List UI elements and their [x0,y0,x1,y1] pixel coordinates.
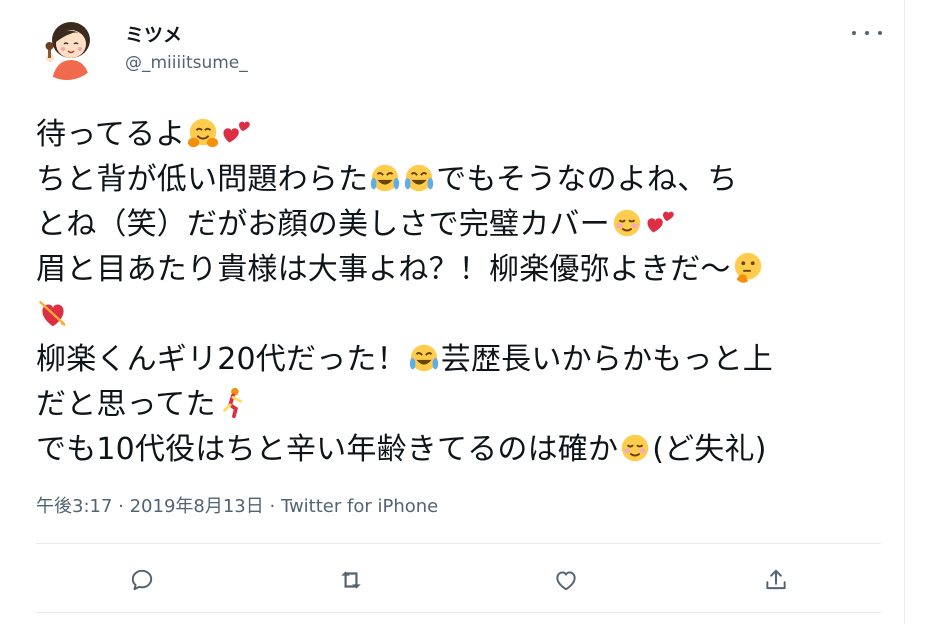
hugging-face-emoji-icon [187,118,218,148]
smiling-blush-emoji-icon [621,434,649,462]
tweet-line: 芸歴長いからかもっと上 [440,342,773,377]
tweet-line: とね（笑）だがお顔の美しさで完璧カバー [36,207,610,242]
share-button[interactable] [758,562,794,598]
two-hearts-emoji-icon [223,121,250,143]
tweet-line: (ど失礼) [652,432,767,467]
tweet-source[interactable]: Twitter for iPhone [281,496,438,517]
two-hearts-emoji-icon [647,211,674,233]
retweet-button[interactable] [333,562,369,598]
retweet-icon [341,571,361,589]
divider [36,612,881,613]
divider [36,543,881,544]
smiling-blush-emoji-icon [613,209,641,237]
more-dots-icon [852,31,856,35]
tears-of-joy-emoji-icon [409,344,438,372]
avatar[interactable] [34,14,100,80]
tweet-line: 待ってるよ [36,117,186,152]
tweet-line: 眉と目あたり貴様は大事よね？！柳楽優弥よきだ〜 [36,252,731,287]
display-name[interactable]: ミツメ [125,20,182,47]
tweet-line: 柳楽くんギリ20代だった！ [36,342,407,377]
tweet-time[interactable]: 午後3:17 [36,496,112,517]
more-dots-icon [865,31,869,35]
avatar-illustration [34,14,100,80]
tears-of-joy-emoji-icon [371,164,400,192]
tweet-line: ちと背が低い問題わらた [36,162,369,197]
meta-separator: · [263,496,281,517]
thinking-face-emoji-icon [734,252,761,283]
share-icon [766,569,786,590]
tweet-card: ミツメ @_miiiitsume_ 待ってるよ ちと背が低い問題わらた でもそうな… [0,0,905,624]
reply-icon [131,569,153,591]
tweet-line: だと思ってた [36,387,216,422]
tweet-text: 待ってるよ ちと背が低い問題わらた でもそうなのよね、ち とね（笑）だがお顔の美し… [36,112,881,472]
like-button[interactable] [548,562,584,598]
more-options-button[interactable] [852,24,882,42]
action-bar [0,560,905,600]
tweet-line: でもそうなのよね、ち [436,162,738,197]
reply-button[interactable] [124,562,160,598]
tears-of-joy-emoji-icon [405,164,434,192]
running-woman-emoji-icon [222,387,242,419]
meta-separator: · [112,496,130,517]
tweet-date[interactable]: 2019年8月13日 [130,496,264,517]
more-dots-icon [878,31,882,35]
heart-icon [556,571,576,591]
tweet-line: でも10代役はちと辛い年齢きてるのは確か [36,432,619,467]
tweet-meta: 午後3:17 · 2019年8月13日 · Twitter for iPhone [36,492,438,518]
heart-with-arrow-emoji-icon [38,300,67,327]
user-handle[interactable]: @_miiiitsume_ [125,53,248,73]
